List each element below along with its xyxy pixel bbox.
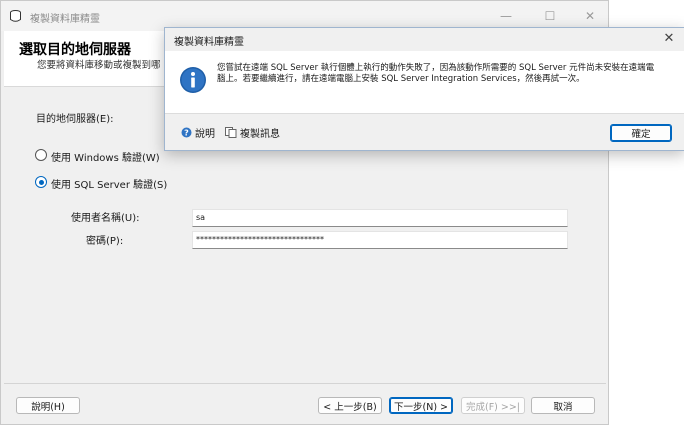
- help-link[interactable]: ? 說明: [181, 125, 215, 140]
- minimize-button[interactable]: —: [491, 5, 521, 27]
- next-button[interactable]: 下一步(N) >: [389, 397, 453, 414]
- footer-divider: [4, 383, 606, 384]
- message-dialog: 複製資料庫精靈 ✕ 您嘗試在遠端 SQL Server 執行個體上執行的動作失敗…: [164, 27, 684, 151]
- dialog-message: 您嘗試在遠端 SQL Server 執行個體上執行的動作失敗了，因為該動作所需要…: [217, 63, 655, 84]
- copy-icon: [225, 127, 237, 138]
- finish-button[interactable]: 完成(F) >>|: [461, 397, 525, 414]
- ok-button[interactable]: 確定: [610, 124, 672, 142]
- database-icon: [10, 10, 21, 22]
- page-title: 選取目的地伺服器: [19, 42, 131, 58]
- password-label: 密碼(P):: [86, 236, 124, 247]
- dialog-title: 複製資料庫精靈: [174, 37, 244, 48]
- dialog-close-button[interactable]: ✕: [660, 29, 678, 47]
- copy-message-label: 複製訊息: [240, 129, 280, 140]
- username-label: 使用者名稱(U):: [71, 213, 140, 224]
- dialog-body: 您嘗試在遠端 SQL Server 執行個體上執行的動作失敗了，因為該動作所需要…: [165, 51, 684, 114]
- info-icon: [180, 67, 206, 93]
- back-button[interactable]: < 上一步(B): [318, 397, 382, 414]
- password-input[interactable]: ********************************: [192, 231, 568, 249]
- help-button[interactable]: 說明(H): [16, 397, 80, 414]
- window-title: 複製資料庫精靈: [30, 14, 100, 25]
- sql-auth-radio[interactable]: [35, 176, 47, 188]
- help-link-label: 說明: [195, 129, 215, 140]
- cancel-button[interactable]: 取消: [531, 397, 595, 414]
- page-subtitle: 您要將資料庫移動或複製到哪: [37, 60, 161, 71]
- windows-auth-radio[interactable]: [35, 149, 47, 161]
- maximize-button[interactable]: ☐: [535, 5, 565, 27]
- windows-auth-label[interactable]: 使用 Windows 驗證(W): [51, 149, 160, 164]
- sql-auth-label[interactable]: 使用 SQL Server 驗證(S): [51, 176, 167, 191]
- close-window-button[interactable]: ✕: [575, 5, 605, 27]
- dest-server-label: 目的地伺服器(E):: [36, 114, 114, 125]
- svg-text:?: ?: [184, 129, 189, 138]
- copy-message-link[interactable]: 複製訊息: [225, 125, 280, 140]
- username-input[interactable]: sa: [192, 209, 568, 227]
- help-icon: ?: [181, 127, 192, 138]
